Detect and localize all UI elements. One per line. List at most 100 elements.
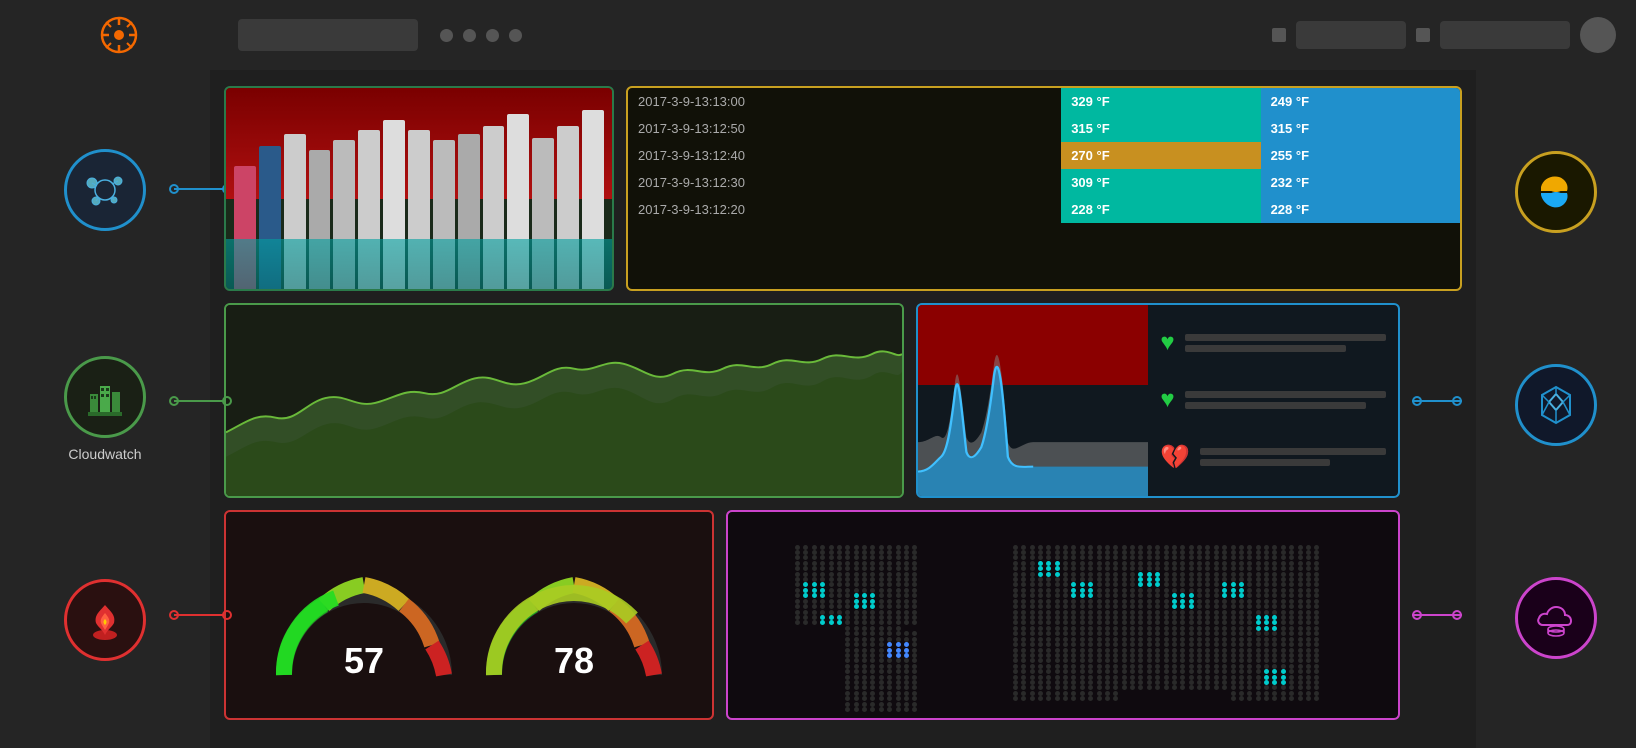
map-dot — [1306, 604, 1311, 609]
map-dot — [1256, 572, 1261, 577]
bar-chart-teal-area — [226, 239, 612, 289]
map-dot — [1147, 582, 1152, 587]
map-dot — [829, 615, 834, 620]
map-dot — [1289, 696, 1294, 701]
topbar-icon-2[interactable] — [1416, 28, 1430, 42]
map-dot — [1306, 669, 1311, 674]
map-dot — [1055, 615, 1060, 620]
map-dot — [879, 691, 884, 696]
map-dot — [1105, 615, 1110, 620]
map-dot — [1189, 637, 1194, 642]
map-dot — [1205, 545, 1210, 550]
map-dot — [1272, 566, 1277, 571]
map-dot — [1097, 637, 1102, 642]
map-dot — [1013, 561, 1018, 566]
map-dot — [1138, 572, 1143, 577]
map-dot — [1264, 637, 1269, 642]
map-dot — [1197, 582, 1202, 587]
map-dot — [879, 604, 884, 609]
map-dot — [1314, 555, 1319, 560]
nav-dot-4[interactable] — [509, 29, 522, 42]
map-dot — [1122, 620, 1127, 625]
map-dot — [1256, 604, 1261, 609]
map-dot — [1088, 555, 1093, 560]
map-dot — [1298, 696, 1303, 701]
map-dot — [1281, 572, 1286, 577]
map-dot — [879, 545, 884, 550]
map-dot — [904, 653, 909, 658]
nav-dot-2[interactable] — [463, 29, 476, 42]
map-dot — [1155, 648, 1160, 653]
map-dot — [1214, 588, 1219, 593]
map-dot — [1155, 642, 1160, 647]
map-dot — [1063, 637, 1068, 642]
map-dot — [1080, 626, 1085, 631]
user-avatar[interactable] — [1580, 17, 1616, 53]
map-dot — [1097, 691, 1102, 696]
datasource-hosted-metrics[interactable] — [1515, 577, 1597, 667]
map-dot — [1306, 588, 1311, 593]
map-dot — [904, 620, 909, 625]
map-dot — [795, 593, 800, 598]
map-dot — [896, 642, 901, 647]
map-dot — [1038, 566, 1043, 571]
map-dot — [1272, 582, 1277, 587]
map-dot — [896, 653, 901, 658]
map-dot — [1147, 566, 1152, 571]
map-dot — [812, 599, 817, 604]
datasource-graphite[interactable] — [64, 149, 146, 239]
map-dot — [1197, 620, 1202, 625]
map-dot — [1055, 593, 1060, 598]
map-dot — [1147, 685, 1152, 690]
datasource-prometheus[interactable] — [64, 579, 146, 669]
map-dot — [1256, 566, 1261, 571]
datasource-influxdb[interactable] — [1515, 364, 1597, 454]
map-dot — [1222, 631, 1227, 636]
map-dot — [837, 588, 842, 593]
map-dot — [1130, 604, 1135, 609]
map-dot — [845, 702, 850, 707]
nav-dot-1[interactable] — [440, 29, 453, 42]
map-dot — [1021, 550, 1026, 555]
datasource-elasticsearch[interactable] — [1515, 151, 1597, 241]
map-dot — [1138, 555, 1143, 560]
map-dot — [1197, 588, 1202, 593]
map-dot — [1113, 669, 1118, 674]
map-dot — [812, 577, 817, 582]
map-dot — [803, 572, 808, 577]
map-dot — [1088, 588, 1093, 593]
topbar-icon-1[interactable] — [1272, 28, 1286, 42]
map-dot — [1063, 582, 1068, 587]
map-dot — [1030, 561, 1035, 566]
search-bar[interactable] — [238, 19, 418, 51]
map-dot — [1281, 648, 1286, 653]
map-dot — [1122, 561, 1127, 566]
map-dot — [1231, 604, 1236, 609]
datasource-cloudwatch[interactable]: Cloudwatch — [64, 356, 146, 462]
map-dot — [812, 604, 817, 609]
nav-dot-3[interactable] — [486, 29, 499, 42]
status-bar-1a — [1185, 334, 1386, 341]
map-dot — [854, 577, 859, 582]
map-dot — [1063, 675, 1068, 680]
map-dot — [1180, 626, 1185, 631]
map-dot — [854, 648, 859, 653]
map-dot — [1138, 604, 1143, 609]
map-dot — [1063, 685, 1068, 690]
map-dot — [1038, 593, 1043, 598]
map-dot — [1256, 615, 1261, 620]
map-dot — [1147, 610, 1152, 615]
map-dot — [1239, 675, 1244, 680]
topbar-dropdown-2[interactable] — [1440, 21, 1570, 49]
topbar-dropdown-1[interactable] — [1296, 21, 1406, 49]
map-dot — [1046, 664, 1051, 669]
map-dot — [887, 620, 892, 625]
map-dot — [879, 550, 884, 555]
map-dot — [1130, 642, 1135, 647]
map-dot — [887, 626, 892, 631]
map-dot — [1214, 610, 1219, 615]
map-dot — [879, 669, 884, 674]
map-dot — [1088, 550, 1093, 555]
map-dot — [1272, 675, 1277, 680]
map-dot — [1071, 669, 1076, 674]
